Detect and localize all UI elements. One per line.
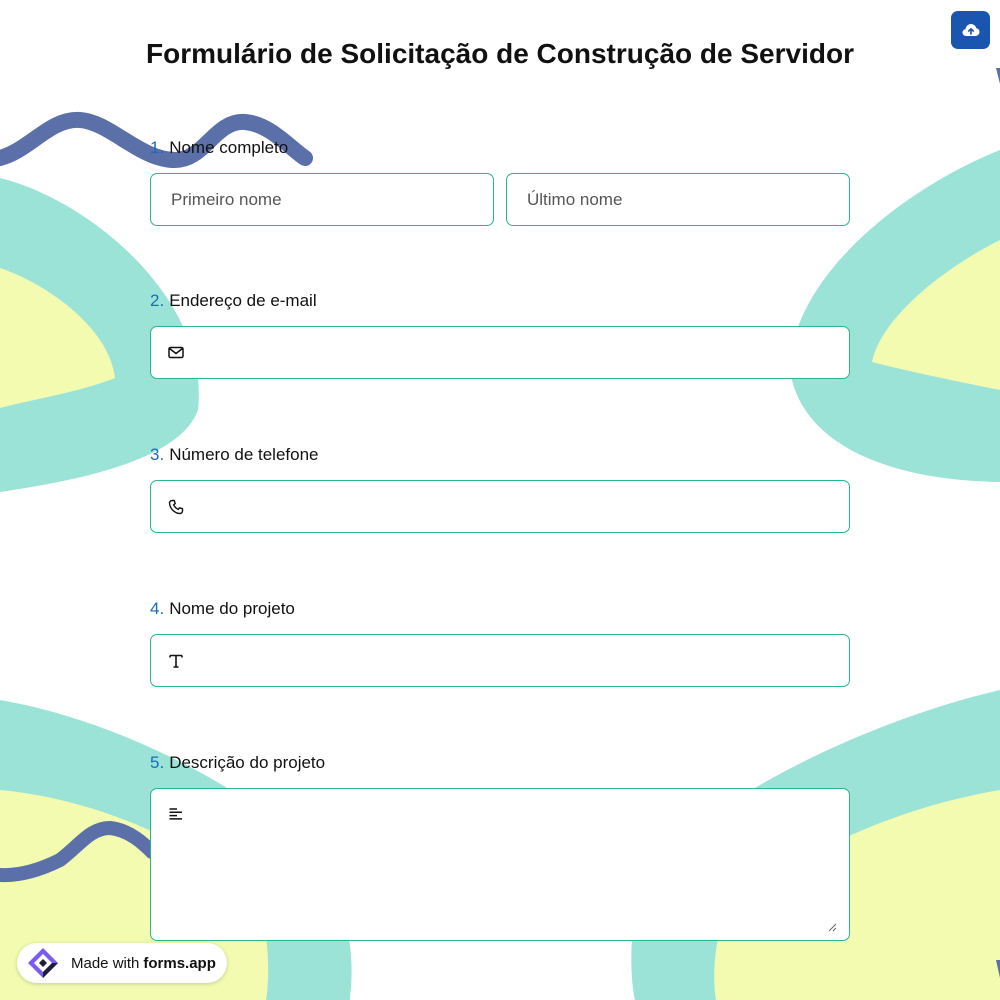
form-page: Formulário de Solicitação de Construção … <box>0 0 1000 1000</box>
question-full-name: 1. Nome completo Primeiro nome Último nom… <box>150 137 850 226</box>
question-text: Descrição do projeto <box>169 753 326 772</box>
last-name-input[interactable]: Último nome <box>506 173 850 226</box>
first-name-placeholder: Primeiro nome <box>171 189 282 209</box>
name-fields: Primeiro nome Último nome <box>150 173 850 226</box>
question-text: Número de telefone <box>169 445 319 464</box>
question-label: 4. Nome do projeto <box>150 598 850 620</box>
question-number: 3. <box>150 445 165 464</box>
badge-text: Made with forms.app <box>71 955 216 972</box>
made-with-label: Made with <box>71 954 140 972</box>
question-label: 3. Número de telefone <box>150 444 850 466</box>
question-number: 1. <box>150 138 165 157</box>
question-text: Nome do projeto <box>169 599 295 618</box>
upload-button[interactable] <box>951 11 990 49</box>
cloud-upload-icon <box>962 24 979 36</box>
phone-icon <box>167 498 185 516</box>
question-label: 1. Nome completo <box>150 137 850 159</box>
resize-handle-icon[interactable] <box>828 923 837 932</box>
question-number: 2. <box>150 291 165 310</box>
envelope-icon <box>167 344 185 362</box>
question-email: 2. Endereço de e-mail <box>150 290 850 379</box>
project-name-field[interactable] <box>150 634 850 687</box>
question-label: 2. Endereço de e-mail <box>150 290 850 312</box>
question-project-name: 4. Nome do projeto <box>150 598 850 687</box>
question-number: 5. <box>150 753 165 772</box>
question-text: Endereço de e-mail <box>169 291 317 310</box>
made-with-badge[interactable]: Made with forms.app <box>17 943 227 983</box>
paragraph-icon <box>167 805 185 823</box>
forms-app-logo-icon <box>23 943 63 983</box>
text-icon <box>167 652 185 670</box>
phone-field[interactable] <box>150 480 850 533</box>
project-description-textarea[interactable] <box>150 788 850 941</box>
question-number: 4. <box>150 599 165 618</box>
question-label: 5. Descrição do projeto <box>150 752 850 774</box>
last-name-placeholder: Último nome <box>527 189 623 209</box>
brand-name: forms.app <box>143 954 216 972</box>
form-title: Formulário de Solicitação de Construção … <box>146 38 854 69</box>
email-field[interactable] <box>150 326 850 379</box>
first-name-input[interactable]: Primeiro nome <box>150 173 494 226</box>
question-text: Nome completo <box>169 138 289 157</box>
question-phone: 3. Número de telefone <box>150 444 850 533</box>
question-project-description: 5. Descrição do projeto <box>150 752 850 941</box>
